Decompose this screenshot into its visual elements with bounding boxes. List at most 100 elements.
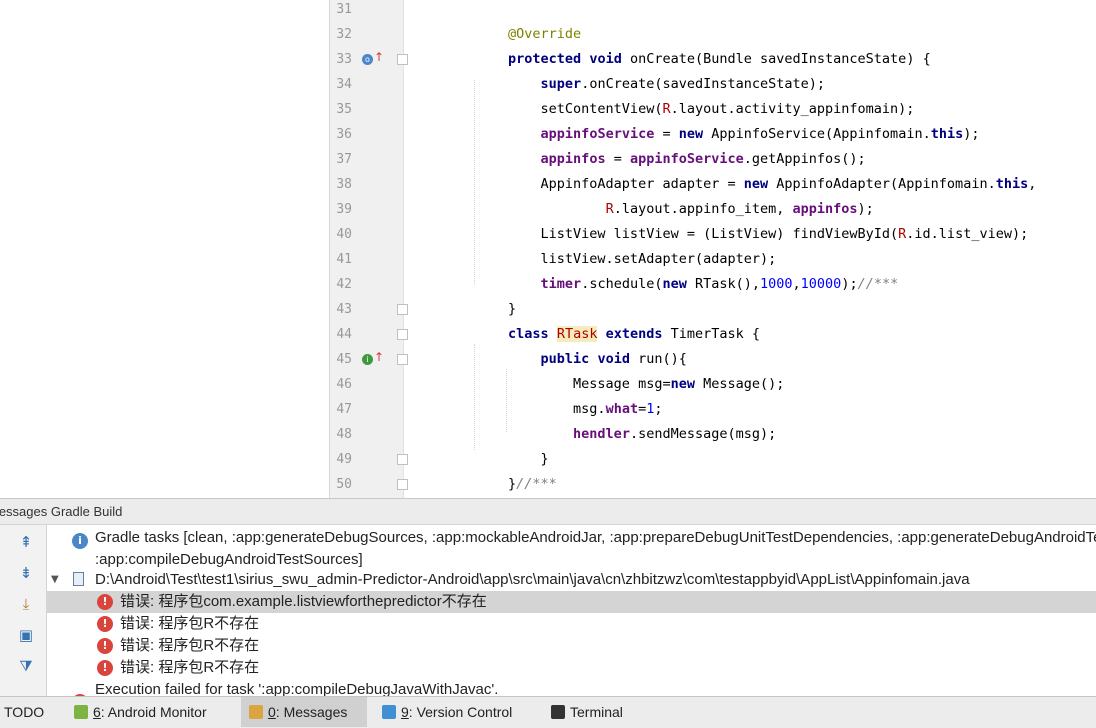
project-pane[interactable] bbox=[0, 0, 330, 498]
line-number: 44 bbox=[336, 327, 352, 342]
code-line[interactable]: 38 AppinfoAdapter adapter = new AppinfoA… bbox=[330, 172, 1096, 197]
message-text: Gradle tasks [clean, :app:generateDebugS… bbox=[95, 529, 1096, 546]
code-line[interactable]: 41 listView.setAdapter(adapter); bbox=[330, 247, 1096, 272]
line-number: 47 bbox=[336, 402, 352, 417]
code-token: class bbox=[508, 326, 549, 342]
code-token: .onCreate(savedInstanceState); bbox=[581, 76, 826, 92]
code-line[interactable]: 43 } bbox=[330, 297, 1096, 322]
fold-marker-icon[interactable] bbox=[397, 479, 408, 490]
code-line[interactable]: 48 hendler.sendMessage(msg); bbox=[330, 422, 1096, 447]
code-line[interactable]: 49 } bbox=[330, 447, 1096, 472]
filter-icon[interactable]: ⧩ bbox=[17, 657, 35, 675]
code-token: super bbox=[540, 76, 582, 92]
java-file-icon bbox=[73, 572, 84, 586]
error-message-row[interactable]: ! 错误: 程序包R不存在 bbox=[47, 635, 1096, 657]
info-message-row[interactable]: i Gradle tasks [clean, :app:generateDebug… bbox=[47, 527, 1096, 549]
code-token: Message msg= bbox=[443, 376, 671, 392]
error-message-row[interactable]: ! 错误: 程序包com.example.listviewforthepredic… bbox=[47, 591, 1096, 613]
fold-marker-icon[interactable] bbox=[397, 54, 408, 65]
autoscroll-icon[interactable]: ▣ bbox=[17, 626, 35, 644]
code-line[interactable]: 50 }//*** bbox=[330, 472, 1096, 497]
navigate-up-arrow-icon[interactable]: ↑ bbox=[374, 350, 384, 364]
fold-marker-icon[interactable] bbox=[397, 354, 408, 365]
android-monitor-icon bbox=[74, 705, 88, 719]
code-text: }//*** bbox=[443, 472, 557, 497]
expand-all-icon[interactable]: ⇞ bbox=[17, 533, 35, 551]
code-token: //*** bbox=[516, 476, 557, 492]
messages-panel-title: Messages Gradle Build bbox=[0, 504, 123, 519]
code-token: R bbox=[605, 201, 614, 217]
navigate-up-arrow-icon[interactable]: ↑ bbox=[374, 50, 384, 64]
code-token: ; bbox=[654, 401, 663, 417]
implement-method-icon[interactable]: i bbox=[362, 354, 373, 365]
error-message-row[interactable]: ! 错误: 程序包R不存在 bbox=[47, 657, 1096, 679]
code-line[interactable]: 35 setContentView(R.layout.activity_appi… bbox=[330, 97, 1096, 122]
code-line[interactable]: 39 R.layout.appinfo_item, appinfos); bbox=[330, 197, 1096, 222]
code-token: new bbox=[743, 176, 769, 192]
message-text: Execution failed for task ':app:compileD… bbox=[95, 681, 499, 697]
code-line[interactable]: 33 o ↑ protected void onCreate(Bundle save… bbox=[330, 47, 1096, 72]
code-line[interactable]: 46 Message msg=new Message(); bbox=[330, 372, 1096, 397]
toolwindow-android-monitor[interactable]: 6: Android Monitor bbox=[66, 697, 234, 727]
code-token: .getAppinfos(); bbox=[743, 151, 866, 167]
code-token: } bbox=[443, 451, 549, 467]
code-line[interactable]: 34 super.onCreate(savedInstanceState); bbox=[330, 72, 1096, 97]
code-token: = bbox=[638, 401, 647, 417]
line-number: 43 bbox=[336, 302, 352, 317]
toolwindow-todo[interactable]: TODO bbox=[0, 697, 66, 727]
code-token: = bbox=[605, 151, 630, 167]
code-token: onCreate(Bundle savedInstanceState) { bbox=[621, 51, 931, 67]
fold-marker-icon[interactable] bbox=[397, 304, 408, 315]
line-number: 39 bbox=[336, 202, 352, 217]
code-token: AppinfoAdapter(Appinfomain. bbox=[768, 176, 996, 192]
info-icon: i bbox=[72, 533, 88, 549]
message-text: 错误: 程序包R不存在 bbox=[120, 659, 260, 676]
code-text: ListView listView = (ListView) findViewB… bbox=[443, 222, 1029, 247]
export-icon[interactable]: ⤓ bbox=[17, 595, 35, 613]
code-token: 1000 bbox=[760, 276, 793, 292]
info-message-row[interactable]: :app:compileDebugAndroidTestSources] bbox=[47, 549, 1096, 571]
code-text: public void run(){ bbox=[443, 347, 687, 372]
code-line[interactable]: 47 msg.what=1; bbox=[330, 397, 1096, 422]
error-message-row[interactable]: !Execution failed for task ':app:compile… bbox=[47, 679, 1096, 697]
code-line[interactable]: 45 i ↑ public void run(){ bbox=[330, 347, 1096, 372]
error-message-row[interactable]: ! 错误: 程序包R不存在 bbox=[47, 613, 1096, 635]
line-number: 45 bbox=[336, 352, 352, 367]
collapse-all-icon[interactable]: ⇟ bbox=[17, 564, 35, 582]
error-icon: ! bbox=[97, 638, 113, 654]
toolwindow-messages[interactable]: 0: Messages bbox=[241, 697, 367, 727]
code-text: } bbox=[443, 447, 549, 472]
toolwindow-terminal[interactable]: Terminal bbox=[543, 697, 643, 727]
message-text: D:\Android\Test\test1\sirius_swu_admin-P… bbox=[95, 571, 970, 588]
messages-list[interactable]: i Gradle tasks [clean, :app:generateDebug… bbox=[47, 525, 1096, 697]
messages-icon bbox=[249, 705, 263, 719]
file-node-row[interactable]: ▼ D:\Android\Test\test1\sirius_swu_admin-… bbox=[47, 569, 1096, 591]
code-line[interactable]: 37 appinfos = appinfoService.getAppinfos… bbox=[330, 147, 1096, 172]
line-number: 38 bbox=[336, 177, 352, 192]
code-text: super.onCreate(savedInstanceState); bbox=[443, 72, 825, 97]
fold-marker-icon[interactable] bbox=[397, 454, 408, 465]
code-line[interactable]: 40 ListView listView = (ListView) findVi… bbox=[330, 222, 1096, 247]
code-line[interactable]: 42 timer.schedule(new RTask(),1000,10000… bbox=[330, 272, 1096, 297]
code-text: appinfos = appinfoService.getAppinfos(); bbox=[443, 147, 866, 172]
line-number: 40 bbox=[336, 227, 352, 242]
toolwindow-version-control[interactable]: 9: Version Control bbox=[374, 697, 536, 727]
code-text: appinfoService = new AppinfoService(Appi… bbox=[443, 122, 980, 147]
code-token: void bbox=[589, 51, 622, 67]
code-editor[interactable]: 31 32 @Override 33 o ↑ protected void onCrea… bbox=[0, 0, 1096, 498]
override-method-icon[interactable]: o bbox=[362, 54, 373, 65]
line-number: 32 bbox=[336, 27, 352, 42]
code-token: , bbox=[1028, 176, 1037, 192]
tree-expander-icon[interactable]: ▼ bbox=[51, 569, 59, 591]
code-line[interactable]: 44 class RTask extends TimerTask { bbox=[330, 322, 1096, 347]
tool-window-bar: TODO 6: Android Monitor 0: Messages 9: Vers… bbox=[0, 696, 1096, 728]
line-number: 36 bbox=[336, 127, 352, 142]
code-line[interactable]: 36 appinfoService = new AppinfoService(A… bbox=[330, 122, 1096, 147]
code-line[interactable]: 32 @Override bbox=[330, 22, 1096, 47]
code-line[interactable]: 31 bbox=[330, 0, 1096, 22]
fold-marker-icon[interactable] bbox=[397, 329, 408, 340]
line-number: 31 bbox=[336, 2, 352, 17]
